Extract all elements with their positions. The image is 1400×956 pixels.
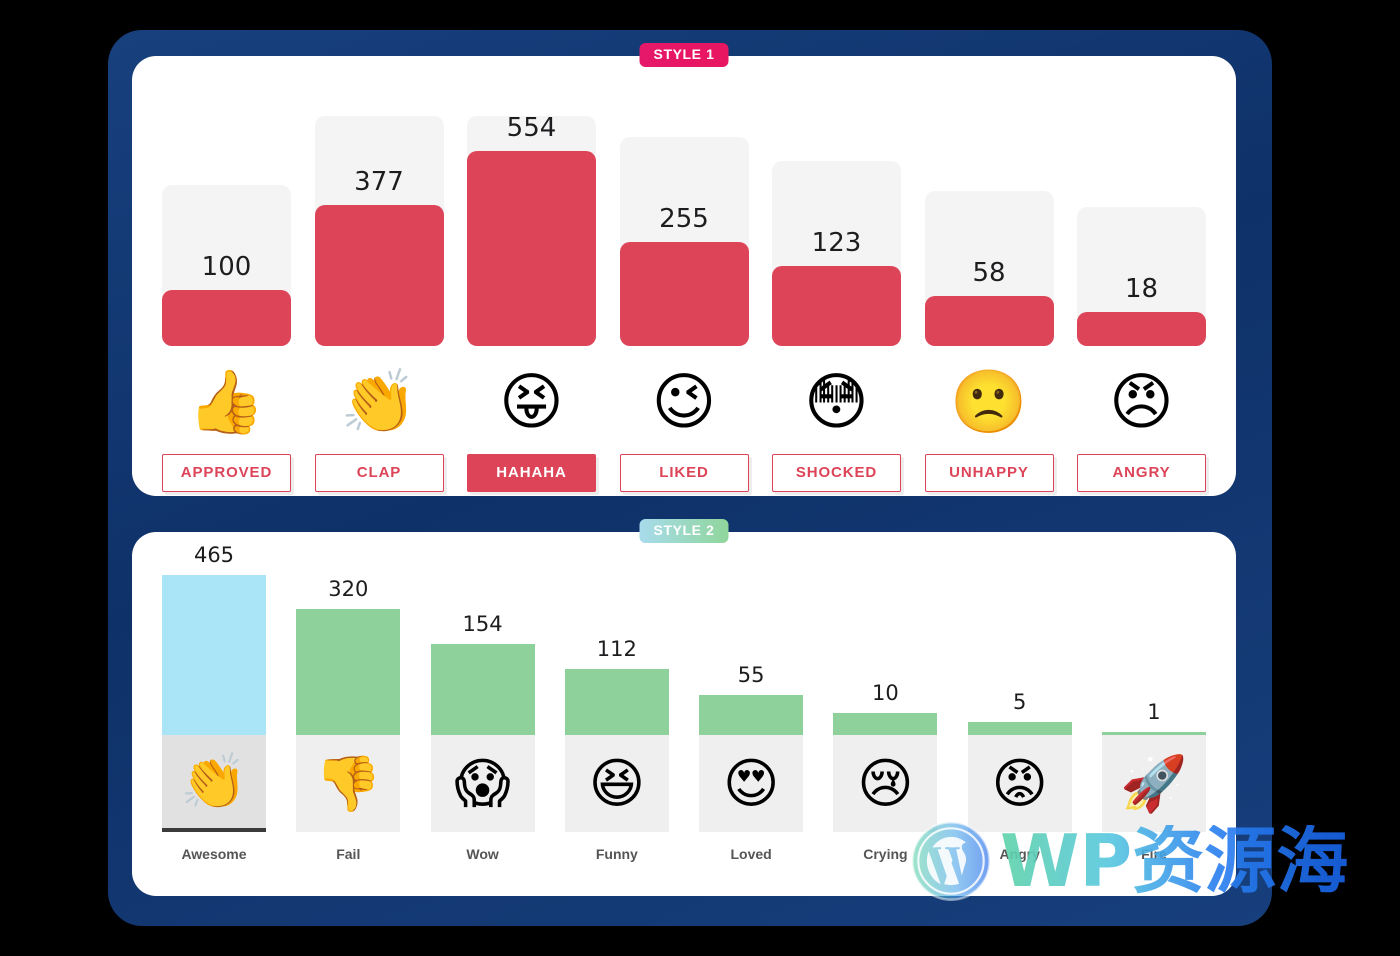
style2-heart-eyes-emoji[interactable]: 😍	[699, 735, 804, 832]
style2-card: STYLE 2 465 👏 Awesome 320 👎 Fail 154 😱 Wow 112 😆 Fu…	[132, 519, 1236, 896]
style2-bar-chart: 465 👏 Awesome 320 👎 Fail 154 😱 Wow 112 😆 Funny 55 😍 Lo…	[162, 545, 1206, 870]
style2-reaction-column[interactable]: 154 😱 Wow	[430, 560, 535, 870]
style1-bar-column: 377	[314, 116, 444, 346]
style2-reaction-label: Funny	[595, 846, 638, 862]
style2-reaction-column[interactable]: 10 😢 Crying	[833, 560, 938, 870]
style2-bar-value: 465	[193, 543, 235, 567]
style1-bar-fill	[619, 242, 749, 346]
style1-bar-track	[314, 116, 444, 346]
style2-bar	[699, 695, 804, 735]
style1-bar-column: 123	[772, 116, 901, 346]
style1-bar-chart: 100 377 554 255 123 58 18	[162, 113, 1206, 346]
style1-bar-value: 123	[811, 228, 862, 258]
style2-clapping-hands-emoji[interactable]: 👏	[162, 735, 266, 832]
style1-bar-column: 100	[162, 116, 291, 346]
style2-reaction-column[interactable]: 465 👏 Awesome	[162, 545, 266, 870]
style1-squinting-tongue-emoji[interactable]: 😝	[467, 371, 596, 433]
style1-bar-column: 554	[467, 113, 596, 346]
style2-reaction-label: Awesome	[181, 846, 247, 862]
style2-bar-value: 5	[1013, 690, 1027, 714]
style1-bar-value: 554	[506, 113, 557, 143]
style2-reaction-column[interactable]: 5 😡 Angry	[967, 560, 1072, 870]
style2-rocket-emoji[interactable]: 🚀	[1101, 735, 1206, 832]
style1-winking-face-emoji[interactable]: 😉	[620, 371, 749, 433]
style1-bar-value: 18	[1124, 274, 1159, 304]
style1-reaction-button-angry[interactable]: ANGRY	[1077, 454, 1206, 492]
style2-reaction-label: Fail	[336, 846, 361, 862]
style1-card: STYLE 1 100 377 554 255 123 58 18 👍 👏 😝 😉 😳 🙁 😠 APPR…	[132, 43, 1236, 496]
style1-bar-column: 18	[1077, 116, 1206, 346]
style1-bar-value: 58	[972, 258, 1006, 288]
style2-bar-zone	[699, 575, 804, 735]
style2-bar	[967, 722, 1072, 735]
style2-bar	[833, 713, 938, 735]
style1-angry-face-emoji[interactable]: 😠	[1077, 371, 1206, 433]
style2-reaction-column[interactable]: 320 👎 Fail	[296, 560, 401, 870]
style2-reaction-column[interactable]: 55 😍 Loved	[699, 560, 804, 870]
style2-bar	[296, 609, 401, 735]
style2-bar-value: 320	[328, 577, 369, 601]
style1-bar-value: 100	[201, 252, 252, 282]
style2-bar-zone	[162, 575, 266, 735]
style1-reaction-button-unhappy[interactable]: UNHAPPY	[924, 454, 1054, 492]
style2-bar-value: 112	[596, 637, 637, 661]
style1-emoji-row: 👍 👏 😝 😉 😳 🙁 😠	[162, 356, 1206, 448]
style2-bar-value: 10	[872, 681, 899, 705]
style1-bar-fill	[1077, 312, 1206, 346]
style1-reaction-button-clap[interactable]: CLAP	[314, 454, 444, 492]
style1-button-row: APPROVED CLAP HAHAHA LIKED SHOCKED UNHAPPY ANG…	[162, 454, 1206, 492]
style2-thumbs-down-emoji[interactable]: 👎	[296, 735, 401, 832]
style1-bar-fill	[314, 205, 444, 346]
style1-bar-column: 58	[924, 116, 1054, 346]
style2-reaction-label: Angry	[999, 846, 1040, 862]
style2-pouting-face-emoji[interactable]: 😡	[967, 735, 1072, 832]
style1-bar-value: 255	[659, 204, 709, 234]
style1-frowning-face-emoji[interactable]: 🙁	[925, 371, 1054, 433]
style1-bar-fill	[467, 151, 596, 346]
style2-grinning-squinting-emoji[interactable]: 😆	[564, 735, 669, 832]
style2-bar-value: 1	[1147, 700, 1161, 724]
style2-reaction-label: Wow	[466, 846, 499, 862]
style2-badge: STYLE 2	[639, 519, 729, 544]
style2-bar	[162, 575, 266, 735]
style1-flushed-face-emoji[interactable]: 😳	[772, 371, 901, 433]
style1-bar-column: 255	[619, 116, 749, 346]
style1-reaction-button-approved[interactable]: APPROVED	[162, 454, 291, 492]
style1-bar-track	[619, 137, 749, 346]
style2-crying-face-emoji[interactable]: 😢	[833, 735, 938, 832]
style1-bar-fill	[162, 290, 291, 346]
style1-clapping-hands-emoji[interactable]: 👏	[315, 371, 444, 433]
style1-reaction-button-shocked[interactable]: SHOCKED	[772, 454, 901, 492]
style2-reaction-label: Loved	[730, 846, 772, 862]
style2-screaming-face-emoji[interactable]: 😱	[430, 735, 535, 832]
style1-reaction-button-hahaha[interactable]: HAHAHA	[467, 454, 596, 492]
style2-bar	[564, 669, 669, 735]
style1-bar-track	[467, 116, 596, 346]
style1-bar-fill	[924, 296, 1054, 346]
style2-bar	[430, 644, 535, 735]
style2-bar-zone	[833, 575, 938, 735]
style2-bar-zone	[430, 575, 535, 735]
style2-reaction-label: Fire	[1141, 846, 1167, 862]
style1-thumbs-up-emoji[interactable]: 👍	[162, 371, 291, 433]
style1-bar-value: 377	[354, 167, 404, 197]
style2-reaction-column[interactable]: 1 🚀 Fire	[1101, 560, 1206, 870]
style2-bar-value: 154	[462, 612, 503, 636]
style1-reaction-button-liked[interactable]: LIKED	[619, 454, 749, 492]
style2-reaction-column[interactable]: 112 😆 Funny	[564, 560, 669, 870]
style2-reaction-label: Crying	[863, 846, 908, 862]
style1-bar-fill	[772, 266, 901, 346]
style2-bar-value: 55	[737, 663, 765, 687]
style1-badge: STYLE 1	[639, 43, 729, 68]
